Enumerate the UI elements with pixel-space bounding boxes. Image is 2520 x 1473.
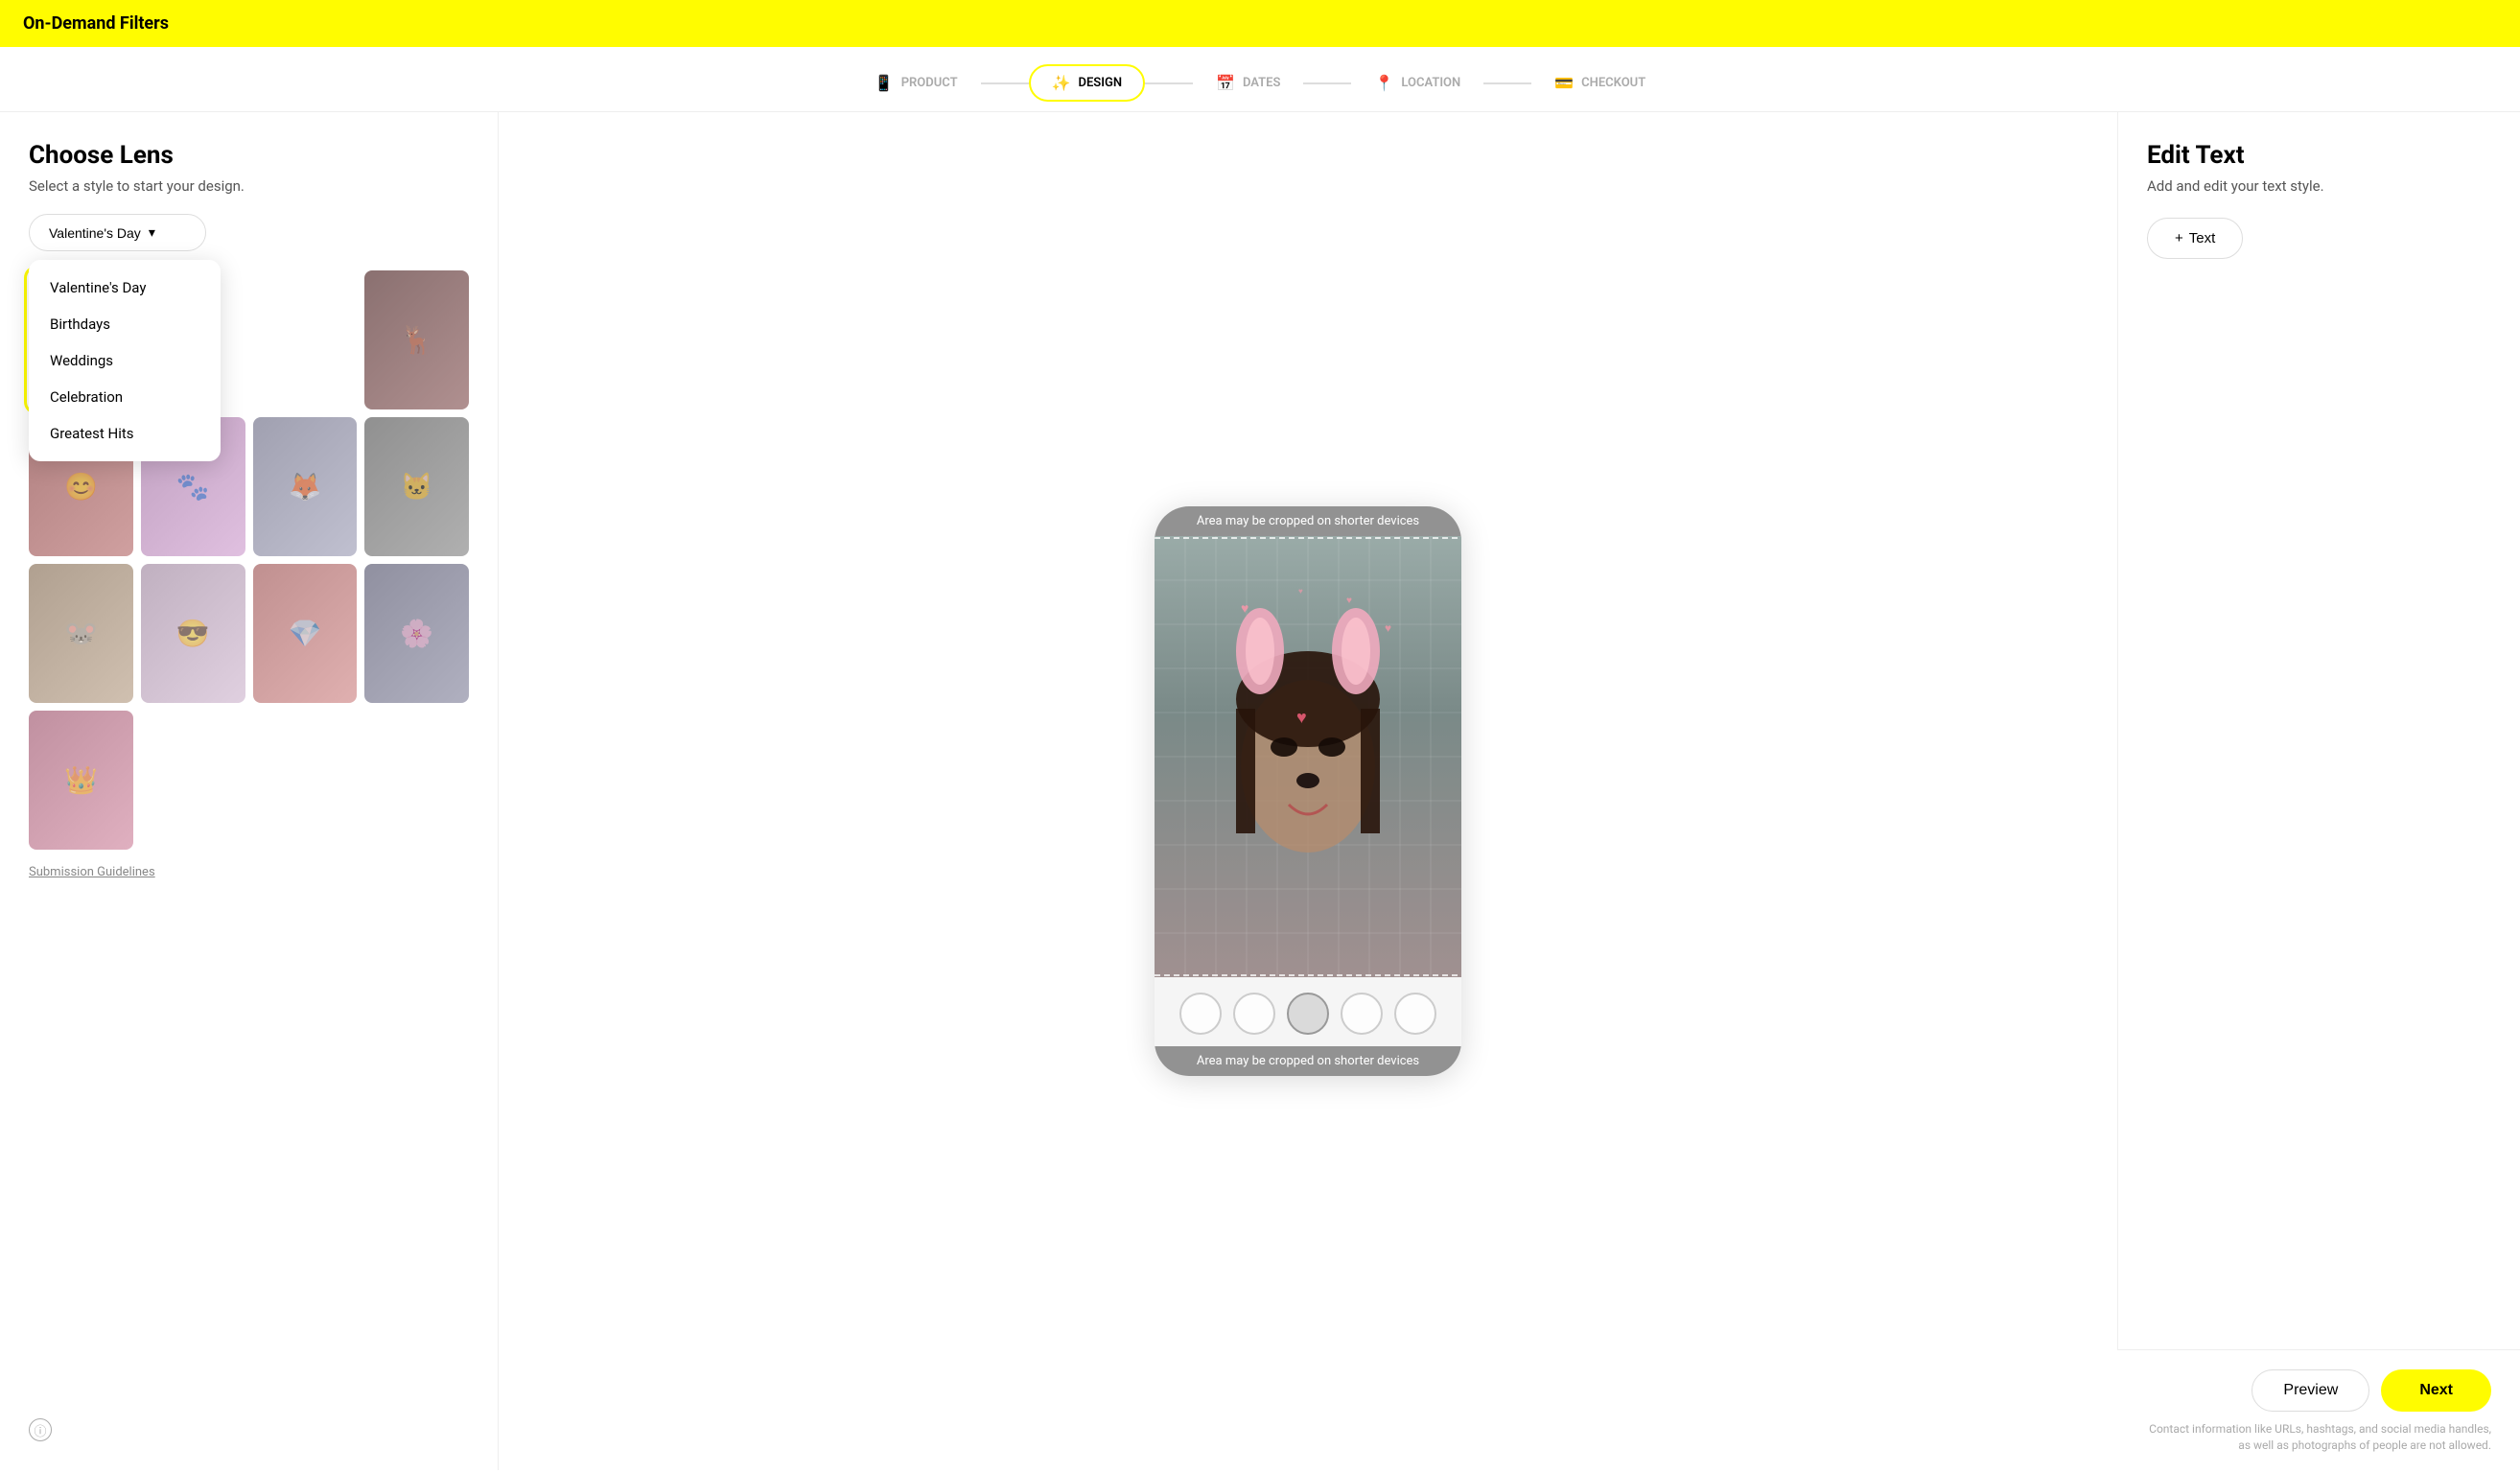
filter-face-11: 👑 — [29, 711, 133, 850]
filter-item-7[interactable]: 🐭 — [29, 564, 133, 703]
choose-lens-subtitle: Select a style to start your design. — [29, 177, 469, 195]
top-bar: On-Demand Filters — [0, 0, 2520, 47]
add-text-button[interactable]: + Text — [2147, 218, 2243, 259]
color-option-4[interactable] — [1341, 993, 1383, 1035]
filter-face-6: 🐱 — [364, 417, 469, 556]
dates-icon: 📅 — [1216, 74, 1235, 92]
stepper: 📱 PRODUCT ✨ DESIGN 📅 DATES 📍 LOCATION 💳 … — [0, 47, 2520, 112]
face-photo: ♥ ♥ ♥ ♥ ♥ — [1155, 536, 1461, 977]
filter-color-options — [1155, 977, 1461, 1046]
dropdown-option-weddings[interactable]: Weddings — [29, 342, 221, 379]
step-product[interactable]: 📱 PRODUCT — [852, 64, 981, 102]
preview-button[interactable]: Preview — [2252, 1369, 2369, 1412]
step-connector-1 — [981, 82, 1029, 84]
step-location-label: LOCATION — [1401, 76, 1460, 90]
plus-icon: + — [2175, 230, 2183, 246]
product-icon: 📱 — [875, 74, 894, 92]
bottom-actions: Preview Next — [2146, 1369, 2491, 1412]
category-dropdown-btn[interactable]: Valentine's Day ▾ — [29, 214, 206, 251]
filter-face-9: 💎 — [253, 564, 358, 703]
category-dropdown-container: Valentine's Day ▾ Valentine's Day Birthd… — [29, 214, 469, 251]
filter-item-9[interactable]: 💎 — [253, 564, 358, 703]
filter-face-2: 🦌 — [364, 270, 469, 409]
svg-text:♥: ♥ — [1385, 621, 1391, 635]
crop-label-bottom: Area may be cropped on shorter devices — [1155, 1046, 1461, 1076]
design-icon: ✨ — [1052, 74, 1071, 92]
choose-lens-title: Choose Lens — [29, 141, 469, 170]
filter-item-10[interactable]: 🌸 — [364, 564, 469, 703]
info-icon[interactable]: ⓘ — [29, 1418, 52, 1441]
submission-guidelines-link[interactable]: Submission Guidelines — [29, 865, 469, 879]
dropdown-option-greatest-hits[interactable]: Greatest Hits — [29, 415, 221, 452]
filter-face-10: 🌸 — [364, 564, 469, 703]
step-connector-4 — [1483, 82, 1531, 84]
color-option-2[interactable] — [1233, 993, 1275, 1035]
disclaimer-text: Contact information like URLs, hashtags,… — [2146, 1421, 2491, 1454]
edit-text-subtitle: Add and edit your text style. — [2147, 177, 2491, 195]
filter-face-8: 😎 — [141, 564, 245, 703]
add-text-label: Text — [2189, 230, 2216, 246]
phone-mockup: Area may be cropped on shorter devices — [1155, 506, 1461, 1076]
location-icon: 📍 — [1374, 74, 1393, 92]
filter-item-6[interactable]: 🐱 — [364, 417, 469, 556]
filter-face-5: 🦊 — [253, 417, 358, 556]
main-content: Choose Lens Select a style to start your… — [0, 112, 2520, 1470]
dropdown-option-celebration[interactable]: Celebration — [29, 379, 221, 415]
step-dates-label: DATES — [1243, 76, 1280, 90]
step-connector-2 — [1145, 82, 1193, 84]
step-dates[interactable]: 📅 DATES — [1193, 64, 1303, 102]
filter-item-8[interactable]: 😎 — [141, 564, 245, 703]
filter-item-5[interactable]: 🦊 — [253, 417, 358, 556]
bottom-bar: Preview Next Contact information like UR… — [2117, 1349, 2520, 1473]
dropdown-option-valentines[interactable]: Valentine's Day — [29, 269, 221, 306]
grid-overlay: ♥ ♥ ♥ ♥ ♥ — [1155, 536, 1461, 977]
right-panel: Edit Text Add and edit your text style. … — [2117, 112, 2520, 1470]
dropdown-selected-value: Valentine's Day — [49, 225, 141, 241]
left-panel: Choose Lens Select a style to start your… — [0, 112, 499, 1470]
color-option-1[interactable] — [1179, 993, 1222, 1035]
phone-image-area: ♥ ♥ ♥ ♥ ♥ — [1155, 536, 1461, 977]
chevron-down-icon: ▾ — [149, 224, 155, 241]
step-checkout[interactable]: 💳 CHECKOUT — [1531, 64, 1668, 102]
svg-text:♥: ♥ — [1298, 587, 1303, 596]
checkout-icon: 💳 — [1554, 74, 1574, 92]
step-connector-3 — [1303, 82, 1351, 84]
filter-item-11[interactable]: 👑 — [29, 711, 133, 850]
step-design[interactable]: ✨ DESIGN — [1029, 64, 1145, 102]
filter-face-7: 🐭 — [29, 564, 133, 703]
step-checkout-label: CHECKOUT — [1581, 76, 1645, 90]
svg-text:♥: ♥ — [1241, 601, 1248, 617]
step-product-label: PRODUCT — [901, 76, 958, 90]
app-title: On-Demand Filters — [23, 13, 169, 34]
svg-text:♥: ♥ — [1346, 596, 1352, 606]
color-option-3[interactable] — [1287, 993, 1329, 1035]
step-design-label: DESIGN — [1078, 76, 1122, 90]
filter-item-2[interactable]: 🦌 — [364, 270, 469, 409]
next-button[interactable]: Next — [2381, 1369, 2491, 1412]
crop-label-top: Area may be cropped on shorter devices — [1155, 506, 1461, 536]
svg-text:♥: ♥ — [1296, 708, 1307, 728]
category-dropdown-menu: Valentine's Day Birthdays Weddings Celeb… — [29, 260, 221, 461]
center-panel: Area may be cropped on shorter devices — [499, 112, 2117, 1470]
dropdown-option-birthdays[interactable]: Birthdays — [29, 306, 221, 342]
color-option-5[interactable] — [1394, 993, 1436, 1035]
edit-text-title: Edit Text — [2147, 141, 2491, 170]
step-location[interactable]: 📍 LOCATION — [1351, 64, 1483, 102]
